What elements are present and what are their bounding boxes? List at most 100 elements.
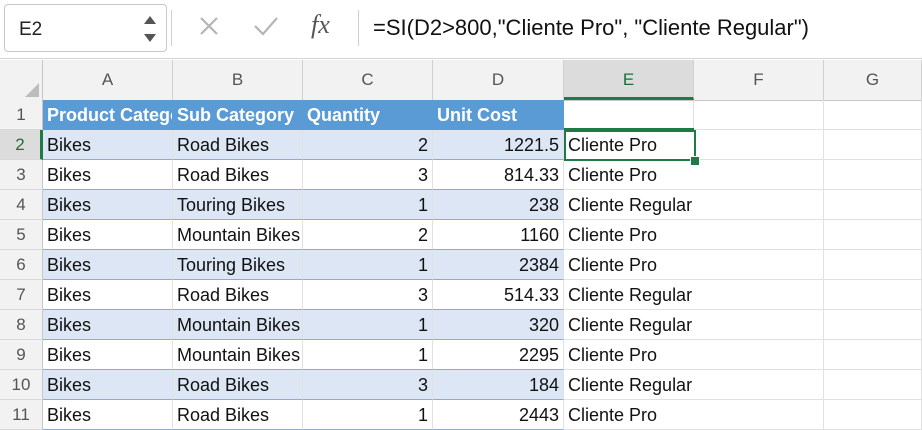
insert-function-icon[interactable]: fx [311,10,330,40]
cell-b11[interactable]: Road Bikes [173,400,303,430]
cell-e11[interactable]: Cliente Pro [564,400,694,430]
cell-f3[interactable] [694,160,824,190]
cell-d11[interactable]: 2443 [433,400,564,430]
cell-f4[interactable] [694,190,824,220]
column-header-c[interactable]: C [303,60,433,100]
cell-b5[interactable]: Mountain Bikes [173,220,303,250]
cell-g5[interactable] [824,220,922,250]
cell-d7[interactable]: 514.33 [433,280,564,310]
cell-g7[interactable] [824,280,922,310]
cancel-icon[interactable] [196,13,222,44]
cell-b2[interactable]: Road Bikes [173,130,303,160]
column-header-f[interactable]: F [694,60,824,100]
row-header[interactable]: 8 [0,310,43,340]
cell-f8[interactable] [694,310,824,340]
cell-e6[interactable]: Cliente Pro [564,250,694,280]
formula-input[interactable]: =SI(D2>800,"Cliente Pro", "Cliente Regul… [373,15,809,41]
cell-c11[interactable]: 1 [303,400,433,430]
cell-a5[interactable]: Bikes [43,220,173,250]
name-box[interactable]: E2 [4,4,167,52]
cell-e8[interactable]: Cliente Regular [564,310,694,340]
cell-g11[interactable] [824,400,922,430]
cell-a4[interactable]: Bikes [43,190,173,220]
cell-e9[interactable]: Cliente Pro [564,340,694,370]
row-header[interactable]: 5 [0,220,43,250]
cell-c10[interactable]: 3 [303,370,433,400]
name-box-stepper-icon[interactable] [142,11,158,47]
row-header[interactable]: 1 [0,100,43,130]
cell-g10[interactable] [824,370,922,400]
row-header[interactable]: 4 [0,190,43,220]
cell-g8[interactable] [824,310,922,340]
cell-c5[interactable]: 2 [303,220,433,250]
cell-a2[interactable]: Bikes [43,130,173,160]
cell-c9[interactable]: 1 [303,340,433,370]
column-header-e[interactable]: E [564,60,694,100]
cell-f10[interactable] [694,370,824,400]
cell-b3[interactable]: Road Bikes [173,160,303,190]
cell-f5[interactable] [694,220,824,250]
cell-d6[interactable]: 2384 [433,250,564,280]
row-header[interactable]: 2 [0,130,43,160]
cell-c7[interactable]: 3 [303,280,433,310]
cell-e2[interactable]: Cliente Pro [564,130,694,160]
cell-f6[interactable] [694,250,824,280]
cell-c8[interactable]: 1 [303,310,433,340]
cell-g2[interactable] [824,130,922,160]
cell-d8[interactable]: 320 [433,310,564,340]
cell-b10[interactable]: Road Bikes [173,370,303,400]
column-header-d[interactable]: D [433,60,564,100]
cell-e3[interactable]: Cliente Pro [564,160,694,190]
cell-c2[interactable]: 2 [303,130,433,160]
row-header[interactable]: 7 [0,280,43,310]
cell-c6[interactable]: 1 [303,250,433,280]
cell-a6[interactable]: Bikes [43,250,173,280]
cell-d4[interactable]: 238 [433,190,564,220]
cell-g6[interactable] [824,250,922,280]
cell-f1[interactable] [694,100,824,130]
name-box-value[interactable]: E2 [19,19,42,41]
fill-handle[interactable] [690,156,700,166]
header-cell-unit-cost[interactable]: Unit Cost [433,100,564,130]
column-header-g[interactable]: G [824,60,922,100]
cell-f2[interactable] [694,130,824,160]
cell-g3[interactable] [824,160,922,190]
cell-b6[interactable]: Touring Bikes [173,250,303,280]
cell-g1[interactable] [824,100,922,130]
cell-d2[interactable]: 1221.5 [433,130,564,160]
cell-e4[interactable]: Cliente Regular [564,190,694,220]
cell-a8[interactable]: Bikes [43,310,173,340]
cell-b8[interactable]: Mountain Bikes [173,310,303,340]
row-header[interactable]: 11 [0,400,43,430]
cell-e10[interactable]: Cliente Regular [564,370,694,400]
cell-f7[interactable] [694,280,824,310]
row-header[interactable]: 9 [0,340,43,370]
header-cell-quantity[interactable]: Quantity [303,100,433,130]
header-cell-sub-category[interactable]: Sub Category [173,100,303,130]
cell-a10[interactable]: Bikes [43,370,173,400]
cell-b9[interactable]: Mountain Bikes [173,340,303,370]
cell-a11[interactable]: Bikes [43,400,173,430]
check-icon[interactable] [252,13,280,44]
row-header[interactable]: 6 [0,250,43,280]
row-header[interactable]: 3 [0,160,43,190]
column-header-a[interactable]: A [43,60,173,100]
select-all-corner[interactable] [0,60,43,100]
cell-e5[interactable]: Cliente Pro [564,220,694,250]
cell-b7[interactable]: Road Bikes [173,280,303,310]
cell-g4[interactable] [824,190,922,220]
row-header[interactable]: 10 [0,370,43,400]
cell-c4[interactable]: 1 [303,190,433,220]
cell-c3[interactable]: 3 [303,160,433,190]
cell-a3[interactable]: Bikes [43,160,173,190]
header-cell-product-category[interactable]: Product Category [43,100,173,130]
cell-f11[interactable] [694,400,824,430]
cell-b4[interactable]: Touring Bikes [173,190,303,220]
cell-a9[interactable]: Bikes [43,340,173,370]
cell-d5[interactable]: 1160 [433,220,564,250]
cell-d3[interactable]: 814.33 [433,160,564,190]
cell-g9[interactable] [824,340,922,370]
cell-a7[interactable]: Bikes [43,280,173,310]
cell-d9[interactable]: 2295 [433,340,564,370]
cell-e7[interactable]: Cliente Regular [564,280,694,310]
